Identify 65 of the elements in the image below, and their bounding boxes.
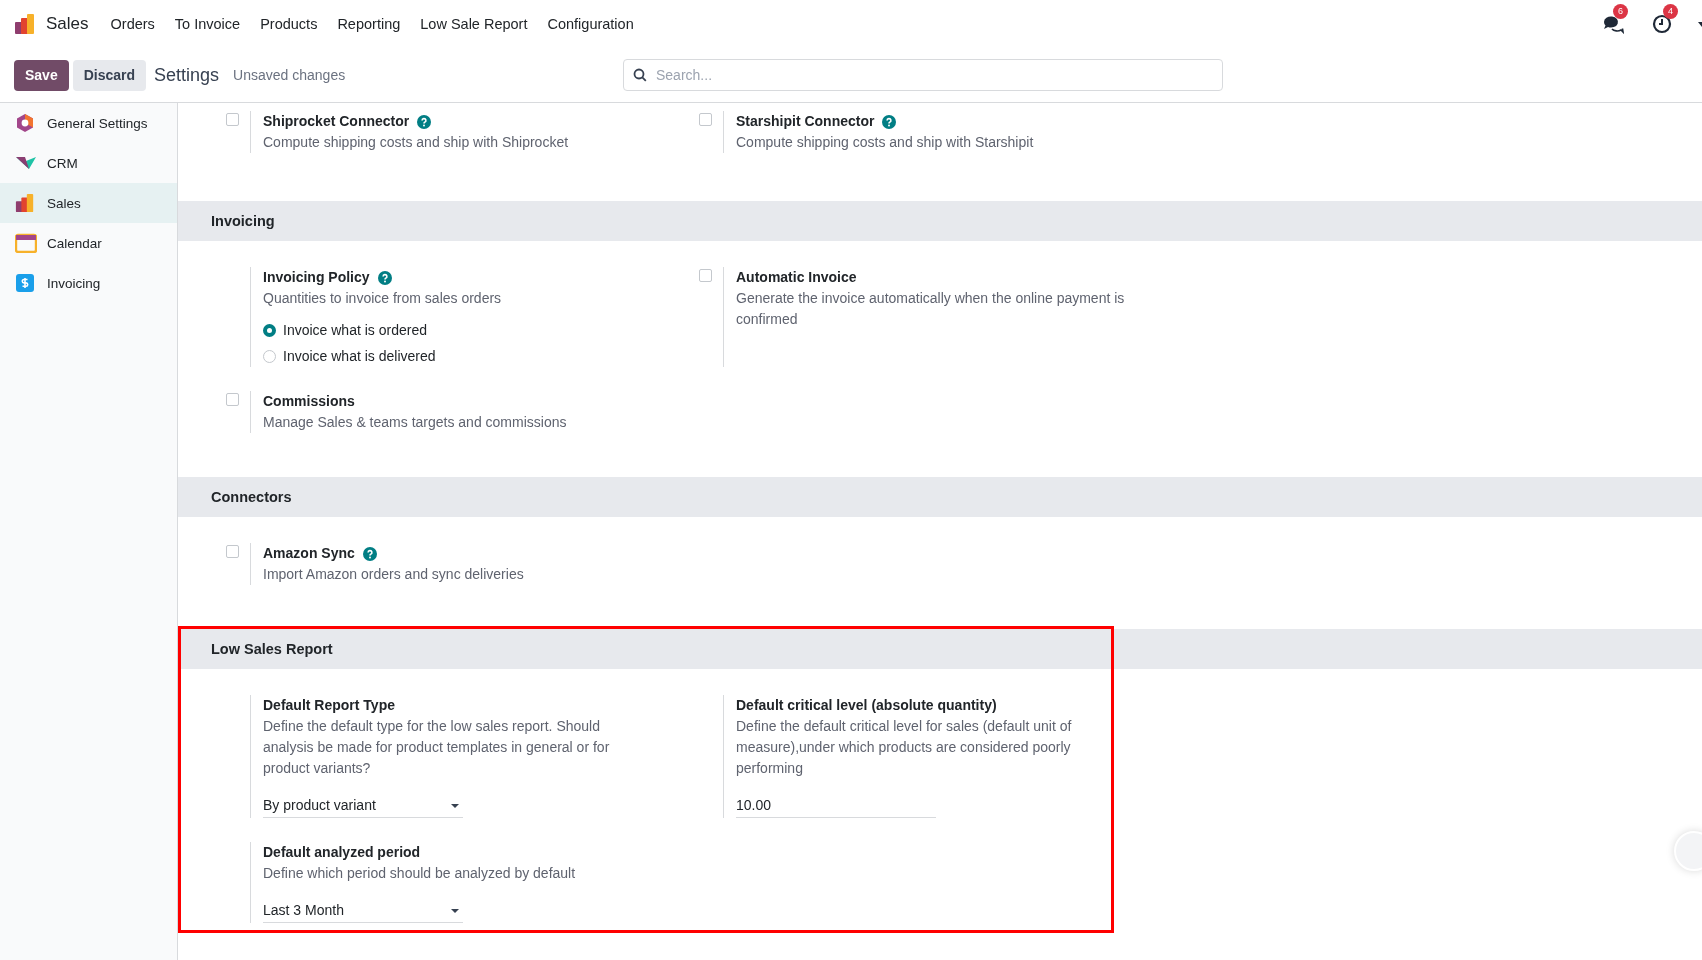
radio-button[interactable]	[263, 324, 276, 337]
sidebar-item[interactable]: General Settings	[0, 103, 177, 143]
menu-item[interactable]: To Invoice	[164, 10, 251, 38]
hexagon-icon	[15, 113, 35, 133]
status-text: Unsaved changes	[233, 67, 346, 83]
caret-icon	[451, 803, 459, 808]
sidebar-item[interactable]: CRM	[0, 143, 177, 183]
menu-item[interactable]: Reporting	[327, 10, 411, 38]
discard-button[interactable]: Discard	[72, 59, 147, 91]
dropdown-field[interactable]: By product variant	[263, 795, 463, 818]
setting-description: Define the default type for the low sales report. Should analysis be made for product templates in general or for product variants?	[263, 717, 611, 778]
section-title: Invoicing	[211, 212, 275, 231]
bar-chart-icon	[15, 193, 35, 213]
setting-description: Quantities to invoice from sales orders	[263, 289, 503, 308]
invoice-icon	[15, 273, 35, 293]
setting-title: Amazon Sync	[263, 544, 355, 563]
menu-item[interactable]: Products	[250, 10, 328, 38]
setting-title: Default Report Type	[263, 696, 395, 715]
search-field[interactable]: Search...	[623, 59, 1223, 91]
calendar-icon	[15, 233, 37, 253]
setting-description: Compute shipping costs and ship with Shiprocket	[263, 133, 570, 152]
dropdown-field[interactable]: Last 3 Month	[263, 900, 463, 923]
sidebar-item[interactable]: Invoicing	[0, 263, 177, 303]
sales-logo-icon	[14, 13, 36, 35]
setting-description: Generate the invoice automatically when the online payment is confirmed	[736, 289, 1126, 329]
checkbox[interactable]	[226, 393, 239, 406]
save-button[interactable]: Save	[14, 59, 69, 91]
notification-badge: 4	[1663, 4, 1678, 19]
setting-title: Starshipit Connector	[736, 112, 875, 131]
sidebar-item[interactable]: Calendar	[0, 223, 177, 263]
setting-title: Automatic Invoice	[736, 268, 857, 287]
section-title: Connectors	[211, 488, 292, 507]
page-title: Settings	[154, 64, 220, 86]
menu-item[interactable]: Orders	[100, 10, 165, 38]
setting-title: Invoicing Policy	[263, 268, 370, 287]
setting-title: Default critical level (absolute quantity)	[736, 696, 997, 715]
setting-description: Compute shipping costs and ship with Starshipit	[736, 133, 1035, 152]
setting-title: Default analyzed period	[263, 843, 421, 862]
help-icon[interactable]	[417, 114, 432, 129]
help-icon[interactable]	[362, 546, 377, 561]
setting-title: Shiprocket Connector	[263, 112, 410, 131]
chat-icon	[1602, 14, 1624, 34]
setting-description: Import Amazon orders and sync deliveries	[263, 565, 525, 584]
section-title: Low Sales Report	[211, 640, 333, 659]
crm-icon	[15, 154, 37, 172]
app-name[interactable]: Sales	[46, 10, 89, 38]
menu-item[interactable]: Low Sale Report	[410, 10, 538, 38]
checkbox[interactable]	[699, 269, 712, 282]
caret-icon	[451, 908, 459, 913]
radio-option[interactable]: Invoice what is ordered	[263, 320, 631, 341]
menu-item[interactable]: Configuration	[537, 10, 644, 38]
setting-description: Manage Sales & teams targets and commissions	[263, 413, 568, 432]
help-icon[interactable]	[882, 114, 897, 129]
input-field[interactable]: 10.00	[736, 795, 936, 818]
checkbox[interactable]	[226, 545, 239, 558]
help-icon[interactable]	[377, 270, 392, 285]
notification-badge: 6	[1613, 4, 1628, 19]
checkbox[interactable]	[699, 113, 712, 126]
setting-description: Define which period should be analyzed by default	[263, 864, 577, 883]
clock-icon	[1652, 14, 1672, 34]
setting-description: Define the default critical level for sales (default unit of measure),under which products are considered poorly performing	[736, 717, 1073, 778]
radio-option[interactable]: Invoice what is delivered	[263, 346, 631, 367]
checkbox[interactable]	[226, 113, 239, 126]
sidebar-item[interactable]: Sales	[0, 183, 177, 223]
setting-title: Commissions	[263, 392, 355, 411]
